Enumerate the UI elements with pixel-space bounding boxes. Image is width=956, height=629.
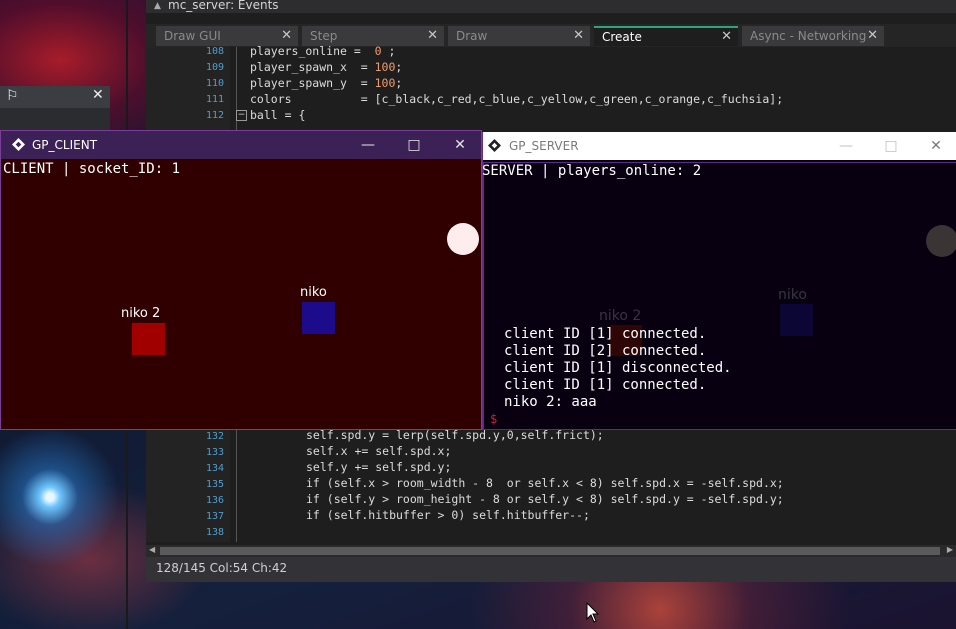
close-icon[interactable]: ✕ — [721, 28, 732, 46]
line-number: 111 — [205, 94, 224, 105]
code-line: players_online = 0 ; — [250, 44, 396, 58]
tab-async-networking[interactable]: Async - Networking ✕ — [742, 26, 884, 46]
log-line: client ID [2] connected. — [504, 343, 707, 359]
line-number: 132 — [205, 431, 224, 442]
player-label: niko 2 — [121, 306, 161, 321]
flag-icon[interactable]: ⚐ — [6, 88, 19, 104]
scroll-right-icon[interactable]: ▶ — [947, 545, 953, 554]
close-button[interactable]: ✕ — [437, 131, 483, 159]
line-number: 138 — [205, 527, 224, 538]
line-number: 109 — [205, 62, 224, 73]
line-number: 136 — [205, 495, 224, 506]
log-line: niko 2: aaa — [504, 394, 597, 410]
room-window-body — [0, 108, 110, 130]
cursor-position: 128/145 Col:54 Ch:42 — [156, 561, 288, 575]
tab-label: Draw GUI — [164, 29, 221, 43]
tab-draw[interactable]: Draw ✕ — [448, 26, 590, 46]
tab-label: Create — [602, 30, 642, 44]
horizontal-scrollbar[interactable]: ◀ ▶ — [146, 545, 956, 557]
code-line: self.x += self.spd.x; — [306, 444, 452, 458]
line-number: 135 — [205, 479, 224, 490]
gamemaker-icon — [12, 138, 25, 151]
server-header-text: SERVER | players_online: 2 — [482, 163, 702, 179]
maximize-button[interactable]: □ — [391, 131, 437, 159]
line-number: 137 — [205, 511, 224, 522]
close-button[interactable]: ✕ — [913, 132, 956, 160]
tab-create[interactable]: Create ✕ — [594, 26, 738, 46]
minimize-button[interactable]: — — [345, 131, 391, 159]
ide-title: mc_server: Events — [168, 0, 279, 12]
close-icon[interactable]: ✕ — [573, 26, 584, 46]
player-label: niko — [778, 287, 807, 303]
close-icon[interactable]: ✕ — [427, 26, 438, 46]
client-header-text: CLIENT | socket_ID: 1 — [3, 161, 181, 177]
player-label: niko — [300, 285, 327, 300]
code-line: if (self.x > room_width - 8 or self.x < … — [306, 476, 784, 490]
chat-input-prompt[interactable]: $ — [490, 412, 497, 426]
log-line: client ID [1] connected. — [504, 377, 707, 393]
server-title-bar: GP_SERVER — □ ✕ — [483, 132, 956, 160]
ide-title-bar: ▲ mc_server: Events — [146, 0, 956, 13]
client-window: GP_CLIENT — □ ✕ CLIENT | socket_ID: 1 ni… — [0, 130, 482, 430]
player-blue — [302, 302, 335, 334]
mouse-cursor-icon — [586, 602, 600, 623]
line-number: 108 — [205, 46, 224, 57]
code-line: ball = { — [250, 108, 306, 122]
line-number: 133 — [205, 447, 224, 458]
code-line: if (self.y > room_height - 8 or self.y <… — [306, 492, 784, 506]
tab-label: Draw — [456, 29, 488, 43]
code-line: if (self.hitbuffer > 0) self.hitbuffer--… — [306, 508, 590, 522]
ball — [447, 223, 479, 255]
player-red — [132, 323, 165, 355]
collapse-icon[interactable]: ▲ — [154, 0, 161, 13]
room-window-titlebar: ⚐ ✕ — [0, 86, 110, 109]
scroll-thumb[interactable] — [160, 547, 940, 555]
close-icon[interactable]: ✕ — [281, 26, 292, 46]
server-title: GP_SERVER — [509, 139, 579, 153]
code-line: self.y += self.spd.y; — [306, 460, 452, 474]
line-number: 112 — [205, 110, 224, 121]
code-line: player_spawn_x = 100; — [250, 60, 403, 74]
tab-label: Step — [310, 29, 338, 43]
player-blue — [780, 304, 813, 336]
player-label: niko 2 — [599, 308, 642, 324]
server-window: GP_SERVER — □ ✕ SERVER | players_online:… — [482, 132, 956, 430]
client-title: GP_CLIENT — [32, 138, 98, 152]
client-title-bar: GP_CLIENT — □ ✕ — [1, 131, 481, 159]
minimize-button[interactable]: — — [823, 132, 869, 160]
tab-draw-gui[interactable]: Draw GUI ✕ — [156, 26, 298, 46]
code-line: player_spawn_y = 100; — [250, 76, 403, 90]
line-number: 110 — [205, 78, 224, 89]
tab-step[interactable]: Step ✕ — [302, 26, 444, 46]
line-number: 134 — [205, 463, 224, 474]
close-icon[interactable]: ✕ — [867, 26, 878, 46]
maximize-button[interactable]: □ — [868, 132, 914, 160]
status-bar: 128/145 Col:54 Ch:42 — [146, 557, 956, 582]
log-line: client ID [1] disconnected. — [504, 360, 732, 376]
scroll-left-icon[interactable]: ◀ — [149, 545, 155, 554]
close-icon[interactable]: ✕ — [92, 87, 104, 103]
ball — [926, 225, 956, 257]
fold-toggle-icon[interactable]: − — [236, 110, 247, 121]
gamemaker-icon — [488, 139, 501, 152]
code-line: colors = [c_black,c_red,c_blue,c_yellow,… — [250, 92, 784, 106]
log-line: client ID [1] connected. — [504, 326, 707, 342]
code-line: self.spd.y = lerp(self.spd.y,0,self.fric… — [306, 428, 604, 442]
tab-label: Async - Networking — [750, 29, 867, 43]
server-viewport: SERVER | players_online: 2 niko 2 niko c… — [482, 162, 956, 430]
